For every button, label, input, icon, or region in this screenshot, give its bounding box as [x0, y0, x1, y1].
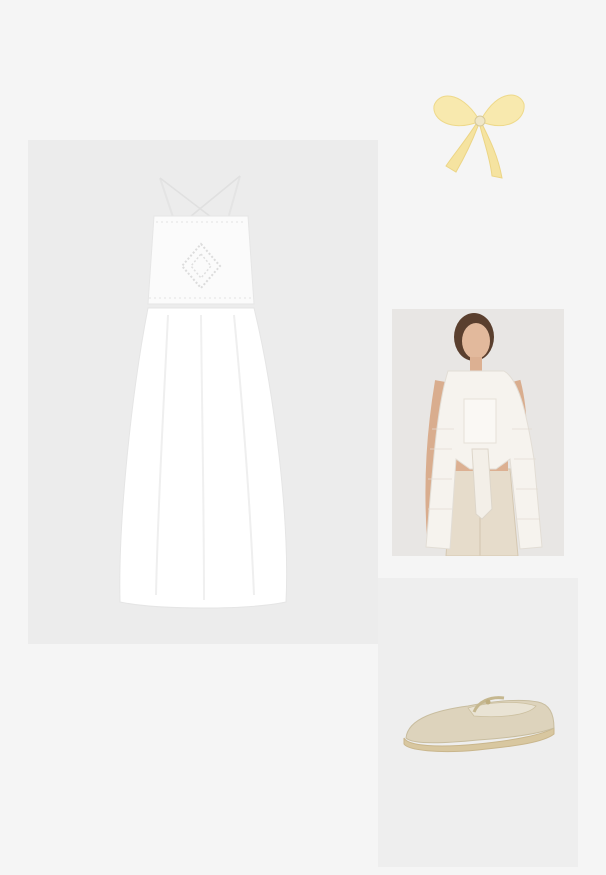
espadrille-product-image[interactable] — [378, 578, 578, 867]
bow-illustration — [433, 94, 525, 179]
dress-illustration — [28, 140, 378, 644]
model-illustration — [392, 309, 564, 556]
crochet-top-model-image[interactable] — [392, 309, 564, 556]
shoe-illustration — [378, 578, 578, 867]
dress-product-image[interactable] — [28, 140, 378, 644]
bow-product-image[interactable] — [420, 80, 540, 190]
